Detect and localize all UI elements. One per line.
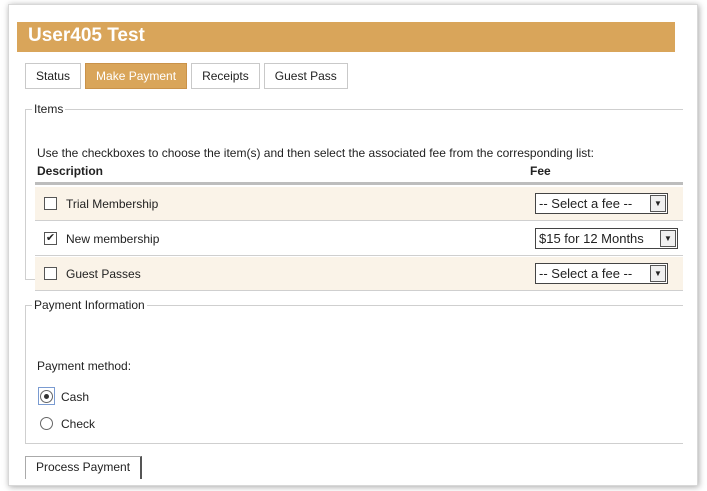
item-label: Trial Membership: [66, 197, 159, 211]
dropdown-arrow-icon[interactable]: ▼: [650, 265, 666, 282]
cash-option[interactable]: Cash: [38, 387, 90, 406]
item-label: Guest Passes: [66, 267, 141, 281]
description-column-header: Description: [37, 164, 104, 178]
new-membership-fee-select[interactable]: $15 for 12 Months ▼: [535, 228, 678, 249]
guest-passes-checkbox[interactable]: [44, 267, 57, 280]
cash-radio[interactable]: [40, 390, 53, 404]
trial-membership-checkbox[interactable]: [44, 197, 57, 210]
item-row-trial-membership: Trial Membership -- Select a fee -- ▼: [35, 187, 683, 221]
payment-legend: Payment Information: [34, 298, 145, 312]
fee-select-value: -- Select a fee --: [539, 196, 633, 211]
items-legend: Items: [34, 102, 64, 116]
guest-passes-fee-select[interactable]: -- Select a fee -- ▼: [535, 263, 668, 284]
page-title: User405 Test: [17, 22, 675, 52]
cash-radio-focus: [38, 387, 55, 406]
payment-method-label: Payment method:: [37, 359, 132, 373]
check-label: Check: [61, 416, 96, 431]
payment-information-section: Payment Information Payment method: Cash…: [25, 298, 683, 444]
process-payment-button[interactable]: Process Payment: [25, 456, 143, 479]
cash-label: Cash: [61, 389, 90, 404]
tab-guest-pass[interactable]: Guest Pass: [263, 63, 348, 89]
fee-select-value: -- Select a fee --: [539, 266, 633, 281]
fee-column-header: Fee: [530, 164, 551, 178]
tab-make-payment[interactable]: Make Payment: [85, 63, 188, 89]
check-radio[interactable]: [40, 417, 53, 431]
dropdown-arrow-icon[interactable]: ▼: [650, 195, 666, 212]
items-instructions: Use the checkboxes to choose the item(s)…: [37, 146, 594, 160]
check-option[interactable]: Check: [40, 416, 95, 431]
header-divider: [35, 182, 683, 185]
dropdown-arrow-icon[interactable]: ▼: [660, 230, 676, 247]
items-section: Items Use the checkboxes to choose the i…: [25, 102, 683, 291]
item-row-guest-passes: Guest Passes -- Select a fee -- ▼: [35, 257, 683, 291]
new-membership-checkbox[interactable]: ✔: [44, 232, 57, 245]
tab-receipts[interactable]: Receipts: [191, 63, 260, 89]
tab-bar: Status Make Payment Receipts Guest Pass: [25, 63, 348, 89]
fee-select-value: $15 for 12 Months: [539, 231, 644, 246]
item-row-new-membership: ✔ New membership $15 for 12 Months ▼: [35, 222, 683, 256]
item-label: New membership: [66, 232, 160, 246]
tab-status[interactable]: Status: [25, 63, 82, 89]
trial-membership-fee-select[interactable]: -- Select a fee -- ▼: [535, 193, 668, 214]
